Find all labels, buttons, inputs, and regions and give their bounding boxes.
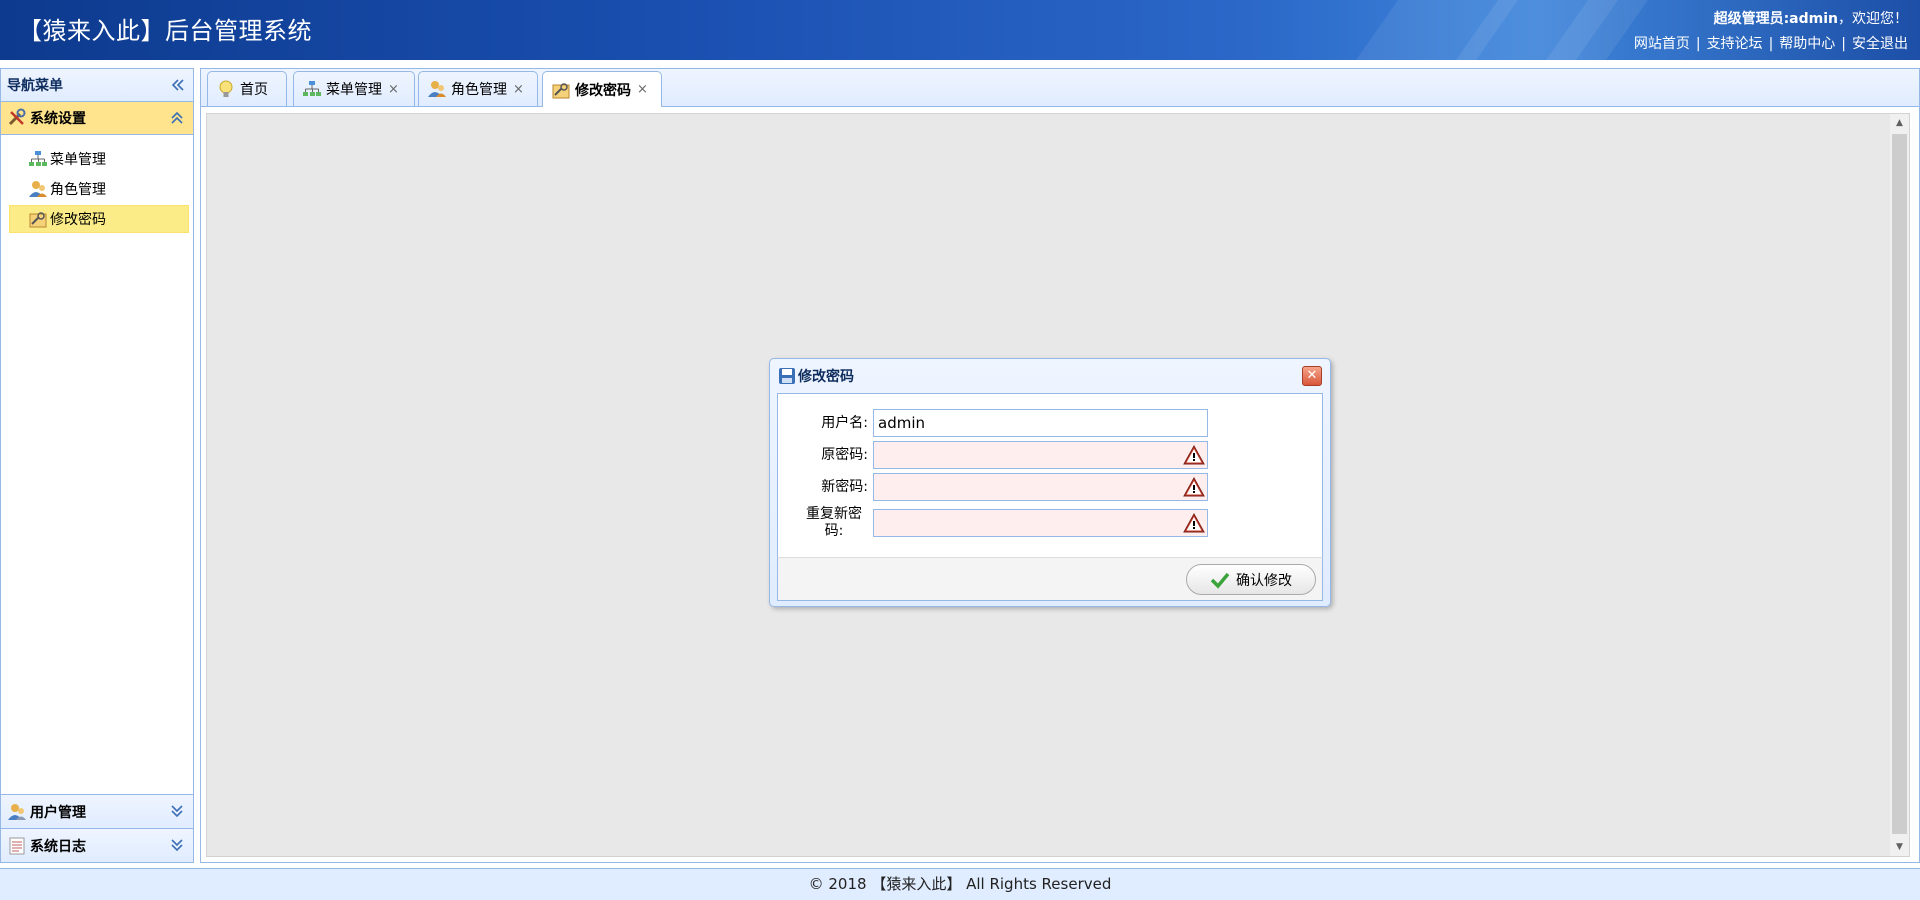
confirm-button-label: 确认修改 — [1236, 572, 1292, 589]
sidebar-title: 导航菜单 — [7, 78, 63, 94]
password-icon — [552, 82, 570, 98]
top-links: 网站首页 | 支持论坛 | 帮助中心 | 安全退出 — [1634, 33, 1908, 53]
role-icon — [29, 181, 47, 197]
new-password-label: 新密码: — [821, 479, 868, 495]
repeat-password-label: 重复新密码: — [806, 506, 862, 539]
sidebar: 导航菜单 系统设置 菜单管理 角色管理 修改密码 用户管理 系统日志 — [0, 68, 194, 863]
collapse-left-icon[interactable] — [169, 77, 185, 93]
save-icon — [779, 368, 795, 384]
username-label: 用户名: — [821, 415, 868, 431]
old-password-field[interactable] — [873, 441, 1208, 469]
dialog-body: 用户名: admin 原密码: 新密码: 重复新密码: — [777, 393, 1323, 557]
section-user-management[interactable]: 用户管理 — [1, 794, 193, 828]
password-icon — [29, 212, 47, 228]
tab-label: 菜单管理 — [326, 82, 382, 98]
sitemap-icon — [29, 151, 47, 166]
menu-item-change-password[interactable]: 修改密码 — [9, 205, 189, 233]
warning-icon — [1183, 477, 1205, 497]
tab-role-management[interactable]: 角色管理 × — [418, 71, 538, 106]
menu-item-label: 修改密码 — [50, 212, 106, 228]
sitemap-icon — [303, 81, 321, 96]
dialog-header: 修改密码 ✕ — [770, 359, 1330, 393]
sidebar-collapsed-sections: 用户管理 系统日志 — [1, 794, 193, 862]
lightbulb-icon — [219, 80, 233, 97]
welcome-suffix: ，欢迎您！ — [1838, 11, 1908, 27]
tab-home[interactable]: 首页 — [207, 71, 287, 106]
section-label: 系统日志 — [30, 838, 86, 855]
link-help[interactable]: 帮助中心 — [1779, 36, 1835, 52]
scroll-up-icon[interactable]: ▲ — [1890, 114, 1909, 132]
dialog-footer: 确认修改 — [777, 557, 1323, 601]
link-separator: | — [1768, 36, 1774, 52]
menu-item-label: 菜单管理 — [50, 152, 106, 168]
close-icon[interactable]: ✕ — [1302, 366, 1322, 386]
new-password-field[interactable] — [873, 473, 1208, 501]
form-row-username: 用户名: admin — [778, 409, 1322, 439]
log-icon — [9, 837, 25, 854]
dialog-title: 修改密码 — [798, 369, 854, 385]
section-system-settings[interactable]: 系统设置 — [1, 102, 193, 135]
change-password-dialog: 修改密码 ✕ 用户名: admin 原密码: 新密码: 重复新密码: 确认修改 — [769, 358, 1331, 607]
role-icon — [428, 81, 446, 97]
scrollbar-thumb[interactable] — [1892, 134, 1907, 834]
old-password-label: 原密码: — [821, 447, 868, 463]
username-field[interactable]: admin — [873, 409, 1208, 437]
section-label: 用户管理 — [30, 804, 86, 821]
warning-icon — [1183, 513, 1205, 533]
app-header: 【猿来入此】后台管理系统 超级管理员:admin，欢迎您！ 网站首页 | 支持论坛 |… — [0, 0, 1920, 60]
tab-menu-management[interactable]: 菜单管理 × — [293, 71, 415, 106]
checkmark-icon — [1210, 572, 1230, 589]
menu-list: 菜单管理 角色管理 修改密码 — [1, 135, 193, 233]
tab-label: 首页 — [240, 82, 268, 98]
link-separator: | — [1695, 36, 1701, 52]
welcome-user: 超级管理员:admin — [1713, 11, 1838, 27]
footer: © 2018 【猿来入此】 All Rights Reserved — [0, 868, 1920, 900]
confirm-change-button[interactable]: 确认修改 — [1186, 564, 1316, 595]
link-forum[interactable]: 支持论坛 — [1707, 36, 1763, 52]
tab-close-icon[interactable]: × — [388, 82, 399, 97]
repeat-password-field[interactable] — [873, 509, 1208, 537]
section-label: 系统设置 — [30, 111, 86, 127]
link-separator: | — [1841, 36, 1846, 52]
menu-item-menu-management[interactable]: 菜单管理 — [9, 145, 189, 173]
sidebar-header: 导航菜单 — [1, 69, 193, 102]
chevron-down-icon[interactable] — [169, 837, 185, 853]
app-title: 【猿来入此】后台管理系统 — [18, 17, 312, 45]
form-row-new-password: 新密码: — [778, 473, 1322, 503]
users-icon — [8, 803, 26, 820]
warning-icon — [1183, 445, 1205, 465]
copyright-text: © 2018 【猿来入此】 All Rights Reserved — [808, 875, 1112, 893]
tab-label: 修改密码 — [575, 82, 631, 99]
section-system-log[interactable]: 系统日志 — [1, 828, 193, 862]
tab-close-icon[interactable]: × — [637, 82, 648, 97]
tab-change-password[interactable]: 修改密码 × — [542, 71, 662, 107]
menu-item-role-management[interactable]: 角色管理 — [9, 175, 189, 203]
tab-label: 角色管理 — [451, 82, 507, 98]
vertical-scrollbar[interactable]: ▲ ▼ — [1890, 114, 1909, 856]
link-site-home[interactable]: 网站首页 — [1634, 36, 1690, 52]
chevron-down-icon[interactable] — [169, 803, 185, 819]
form-row-old-password: 原密码: — [778, 441, 1322, 471]
chevron-up-icon[interactable] — [169, 110, 185, 126]
tab-bar: 首页 菜单管理 × 角色管理 × 修改密码 × — [201, 69, 1919, 107]
tab-close-icon[interactable]: × — [513, 82, 524, 97]
scroll-down-icon[interactable]: ▼ — [1890, 838, 1909, 856]
welcome-text: 超级管理员:admin，欢迎您！ — [1714, 8, 1908, 28]
menu-item-label: 角色管理 — [50, 182, 106, 198]
tools-icon — [8, 108, 26, 126]
link-logout[interactable]: 安全退出 — [1852, 36, 1908, 52]
form-row-repeat-password: 重复新密码: — [778, 506, 1322, 539]
